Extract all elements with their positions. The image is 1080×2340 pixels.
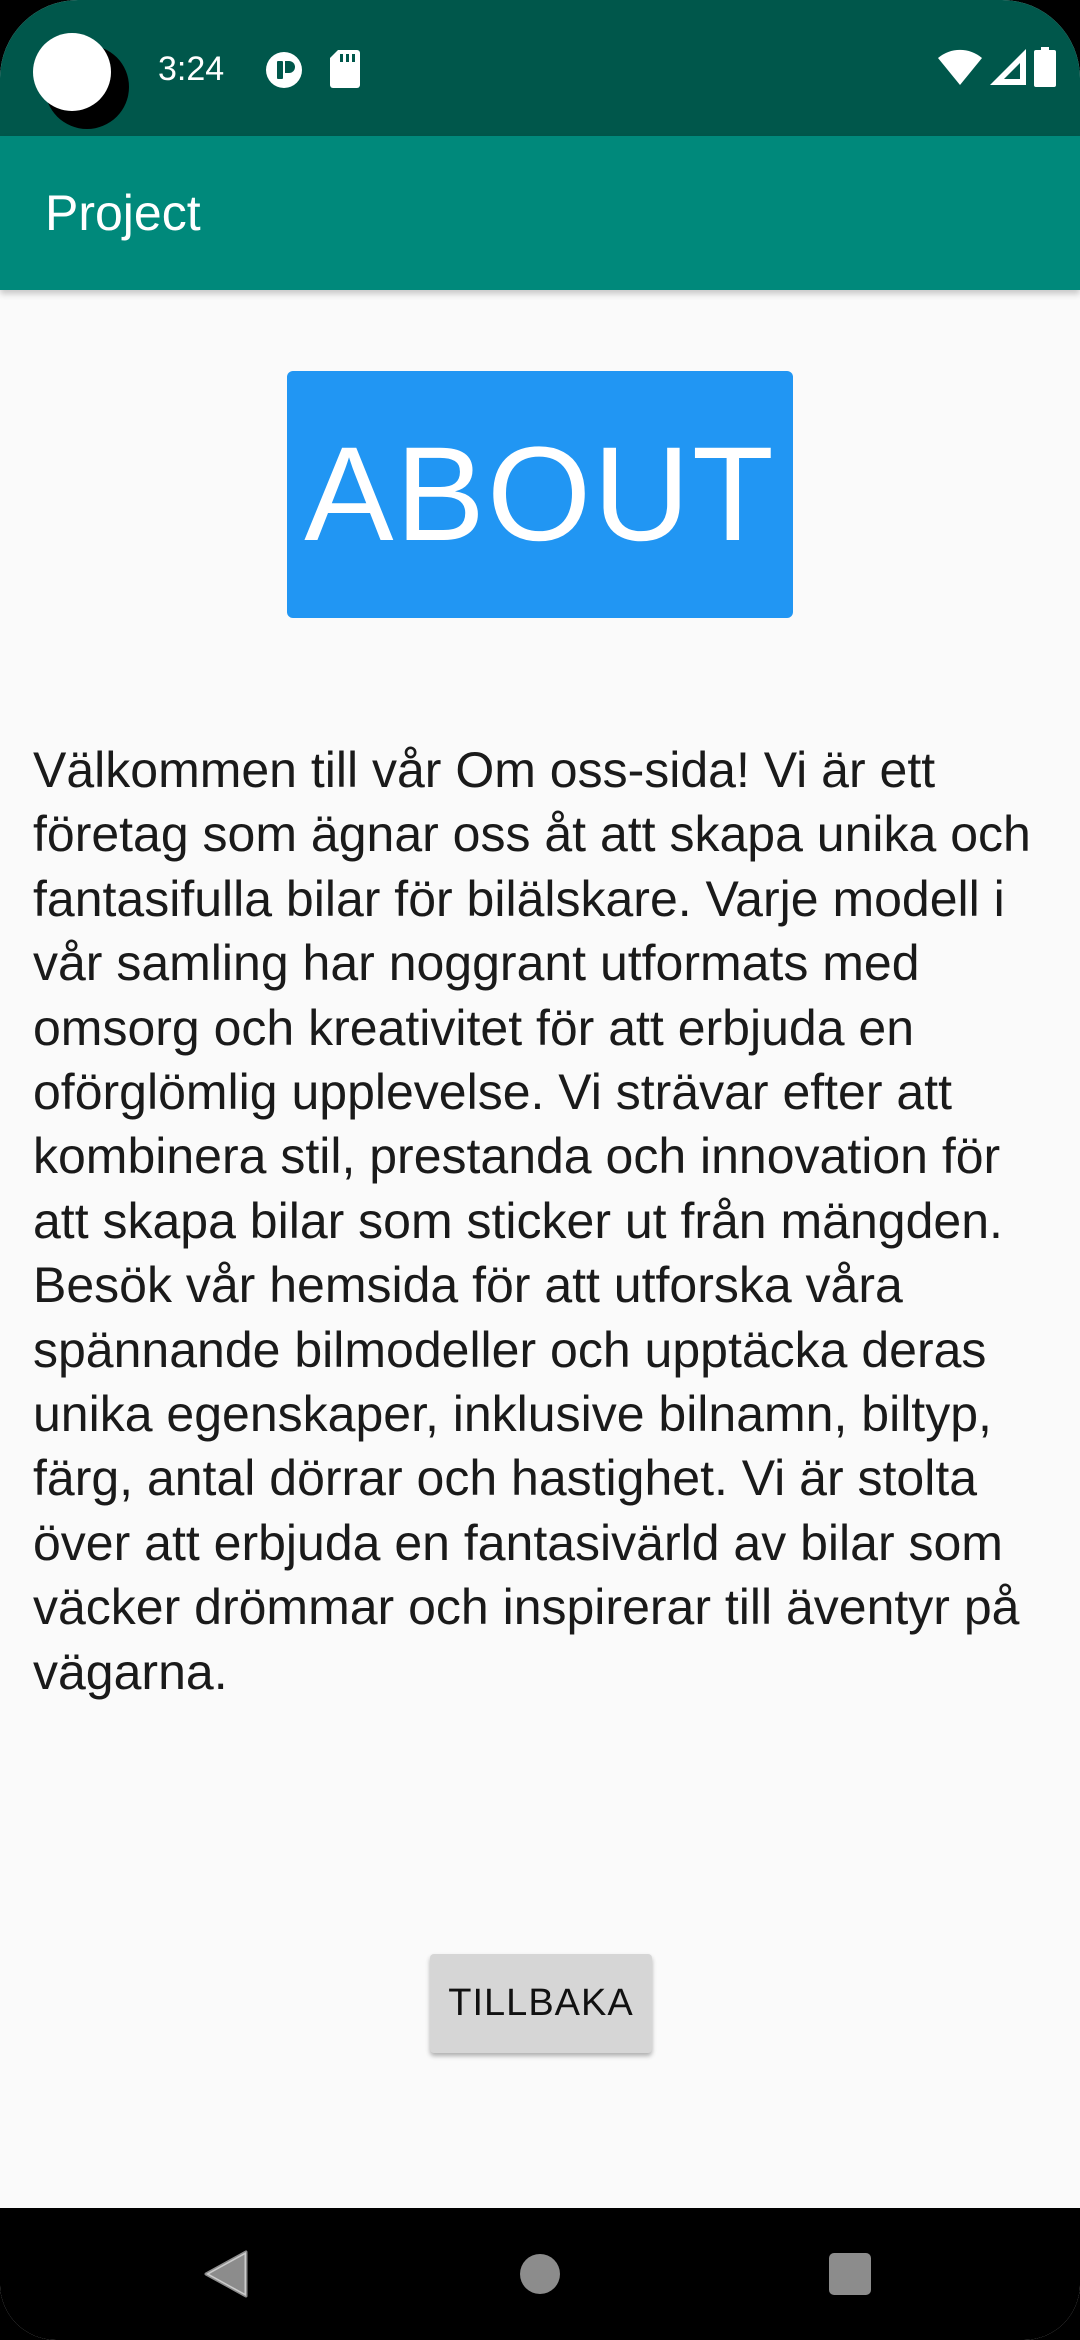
sd-card-icon <box>330 50 360 93</box>
back-icon[interactable] <box>156 2208 296 2340</box>
cell-signal-icon <box>990 48 1026 90</box>
status-bar: 3:24 <box>0 0 1080 136</box>
app-title: Project <box>45 185 201 241</box>
back-button[interactable]: TILLBAKA <box>430 1954 652 2053</box>
status-time: 3:24 <box>158 50 225 88</box>
battery-icon <box>1034 46 1056 92</box>
status-right-icons <box>938 44 1056 94</box>
about-heading: ABOUT <box>287 371 793 618</box>
about-body-text: Välkommen till vår Om oss-sida! Vi är et… <box>33 742 1031 1700</box>
wifi-icon <box>938 49 982 90</box>
recents-icon[interactable] <box>780 2208 920 2340</box>
camera-cutout <box>33 33 129 129</box>
phone-screen: 3:24 Project ABOUT Välkommen till vår Om… <box>0 0 1080 2340</box>
navigation-bar <box>0 2208 1080 2340</box>
app-bar: Project <box>0 136 1080 290</box>
hotspot-icon <box>264 50 304 95</box>
home-icon[interactable] <box>470 2208 610 2340</box>
